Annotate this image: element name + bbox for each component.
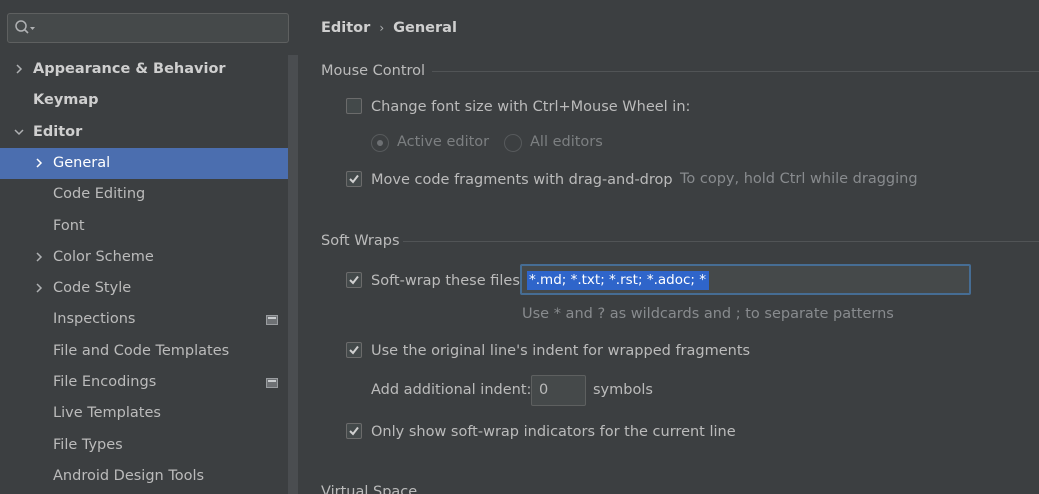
- only-current-line-label[interactable]: Only show soft-wrap indicators for the c…: [371, 424, 736, 440]
- sidebar-item-live-templates[interactable]: Live Templates: [0, 398, 288, 429]
- all-editors-label[interactable]: All editors: [530, 134, 603, 150]
- section-title-soft-wraps: Soft Wraps: [321, 233, 400, 249]
- section-title-mouse-control: Mouse Control: [321, 63, 426, 79]
- checkmark-icon: [349, 345, 359, 355]
- chevron-right-icon[interactable]: [34, 252, 44, 262]
- change-font-size-checkbox[interactable]: [346, 98, 362, 114]
- additional-indent-unit: symbols: [593, 382, 653, 398]
- soft-wrap-files-label[interactable]: Soft-wrap these files:: [371, 273, 525, 289]
- sidebar-item-label: Code Style: [53, 280, 132, 296]
- sidebar-item-label: Appearance & Behavior: [33, 61, 226, 77]
- section-divider: [403, 241, 1039, 242]
- breadcrumb: Editor › General: [321, 20, 457, 40]
- sidebar-item-general[interactable]: General: [0, 148, 298, 179]
- move-fragments-label[interactable]: Move code fragments with drag-and-drop: [371, 172, 673, 188]
- sidebar-item-file-types[interactable]: File Types: [0, 430, 288, 461]
- sidebar-item-label: Font: [53, 218, 85, 234]
- checkmark-icon: [349, 275, 359, 285]
- sidebar-item-code-style[interactable]: Code Style: [0, 273, 288, 304]
- all-editors-radio[interactable]: [504, 134, 522, 152]
- sidebar-item-label: Keymap: [33, 92, 99, 108]
- sidebar-item-file-encodings[interactable]: File Encodings: [0, 367, 288, 398]
- project-scope-icon: [266, 378, 278, 388]
- sidebar-item-label: Code Editing: [53, 186, 146, 202]
- original-indent-label[interactable]: Use the original line's indent for wrapp…: [371, 343, 750, 359]
- chevron-right-icon[interactable]: [14, 64, 24, 74]
- sidebar-item-color-scheme[interactable]: Color Scheme: [0, 242, 288, 273]
- sidebar-item-file-and-code-templates[interactable]: File and Code Templates: [0, 336, 288, 367]
- settings-content: Editor › General Mouse Control Change font…: [298, 0, 1039, 494]
- checkmark-icon: [349, 174, 359, 184]
- sidebar-item-label: Editor: [33, 124, 83, 140]
- sidebar-item-keymap[interactable]: Keymap: [0, 85, 288, 116]
- sidebar-item-label: General: [53, 155, 111, 171]
- sidebar-item-android-design-tools[interactable]: Android Design Tools: [0, 461, 288, 492]
- only-current-line-checkbox[interactable]: [346, 423, 362, 439]
- additional-indent-input[interactable]: 0: [531, 375, 586, 406]
- wildcard-hint: Use * and ? as wildcards and ; to separa…: [522, 306, 894, 322]
- soft-wrap-files-checkbox[interactable]: [346, 272, 362, 288]
- sidebar-item-label: Color Scheme: [53, 249, 154, 265]
- change-font-size-label[interactable]: Change font size with Ctrl+Mouse Wheel i…: [371, 99, 690, 115]
- chevron-right-icon: ›: [379, 21, 385, 35]
- section-divider: [432, 71, 1039, 72]
- settings-search-input[interactable]: [7, 13, 289, 43]
- sidebar-item-label: File and Code Templates: [53, 343, 230, 359]
- sidebar-item-code-editing[interactable]: Code Editing: [0, 179, 288, 210]
- soft-wrap-patterns-value[interactable]: *.md; *.txt; *.rst; *.adoc; *: [527, 271, 709, 290]
- sidebar-item-font[interactable]: Font: [0, 211, 288, 242]
- active-editor-label[interactable]: Active editor: [397, 134, 489, 150]
- checkmark-icon: [349, 426, 359, 436]
- sidebar-item-editor[interactable]: Editor: [0, 117, 288, 148]
- breadcrumb-parent[interactable]: Editor: [321, 20, 370, 36]
- sidebar-item-inspections[interactable]: Inspections: [0, 304, 288, 335]
- project-scope-icon: [266, 315, 278, 325]
- breadcrumb-current: General: [393, 20, 457, 36]
- sidebar-item-label: File Encodings: [53, 374, 157, 390]
- chevron-right-icon[interactable]: [34, 158, 44, 168]
- search-icon[interactable]: [14, 19, 36, 37]
- chevron-right-icon[interactable]: [34, 283, 44, 293]
- move-fragments-hint: To copy, hold Ctrl while dragging: [680, 171, 918, 187]
- soft-wrap-patterns-field[interactable]: *.md; *.txt; *.rst; *.adoc; *: [520, 264, 971, 295]
- search-text[interactable]: [38, 17, 278, 39]
- tree-scrollbar[interactable]: [288, 55, 298, 494]
- sidebar-item-label: Android Design Tools: [53, 468, 205, 484]
- settings-sidebar: Appearance & Behavior Keymap Editor General…: [0, 0, 298, 494]
- sidebar-item-appearance-behavior[interactable]: Appearance & Behavior: [0, 54, 288, 85]
- sidebar-item-label: Live Templates: [53, 405, 161, 421]
- active-editor-radio[interactable]: [371, 134, 389, 152]
- move-fragments-checkbox[interactable]: [346, 171, 362, 187]
- original-indent-checkbox[interactable]: [346, 342, 362, 358]
- section-title-virtual-space: Virtual Space: [321, 484, 418, 494]
- sidebar-item-label: Inspections: [53, 311, 136, 327]
- sidebar-item-label: File Types: [53, 437, 123, 453]
- chevron-down-icon[interactable]: [14, 127, 24, 137]
- additional-indent-label: Add additional indent:: [371, 382, 532, 398]
